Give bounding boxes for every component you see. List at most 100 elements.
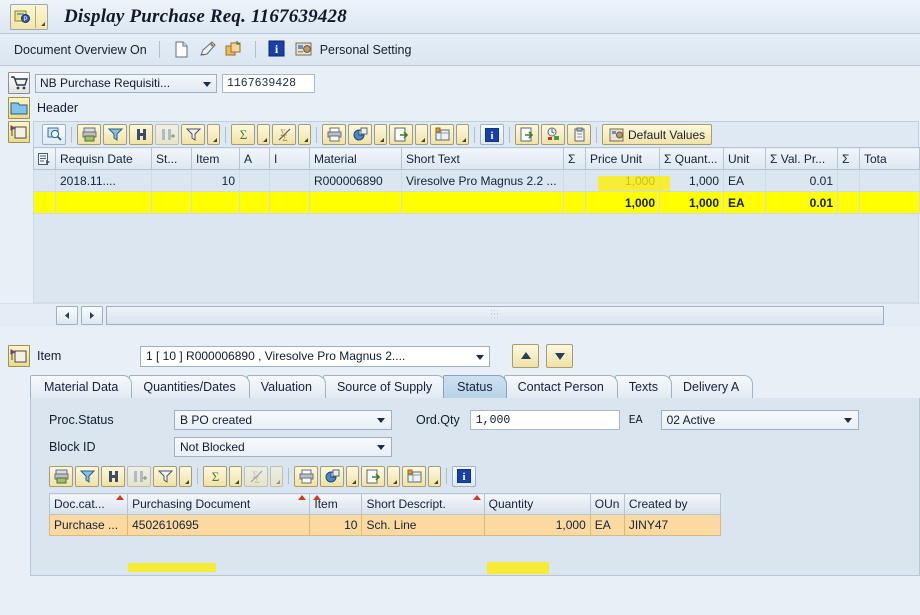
sub-total-dropdown-button[interactable] bbox=[229, 465, 242, 487]
tab-contact-person[interactable]: Contact Person bbox=[503, 375, 618, 398]
find-icon[interactable] bbox=[129, 124, 153, 145]
items-cell-sigma2[interactable] bbox=[837, 169, 860, 192]
doc-cell-quantity[interactable]: 1,000 bbox=[483, 514, 591, 536]
items-cell-a[interactable] bbox=[239, 169, 270, 192]
filter-dropdown-button[interactable] bbox=[207, 124, 220, 145]
sub-find-icon[interactable] bbox=[101, 465, 125, 487]
check-icon[interactable] bbox=[541, 124, 565, 145]
document-type-select[interactable]: NB Purchase Requisiti... bbox=[35, 73, 217, 93]
total-dropdown-button[interactable] bbox=[257, 124, 270, 145]
scroll-track[interactable]: :::::: bbox=[106, 306, 884, 325]
graphic-dropdown-button[interactable] bbox=[374, 124, 387, 145]
graphic-icon[interactable] bbox=[348, 124, 372, 145]
block-id-select[interactable]: Not Blocked bbox=[174, 437, 392, 457]
replace-icon[interactable] bbox=[515, 124, 539, 145]
doc-grid-col-doc_cat[interactable]: Doc.cat... bbox=[48, 493, 129, 515]
doc-grid-col-quantity[interactable]: Quantity bbox=[483, 493, 591, 515]
items-cell-i[interactable] bbox=[269, 169, 310, 192]
items-cell-quant[interactable]: 1,000 bbox=[659, 169, 724, 192]
edit-pencil-icon[interactable] bbox=[198, 40, 217, 59]
tab-valuation[interactable]: Valuation bbox=[246, 375, 326, 398]
doc-cell-created_by[interactable]: JINY47 bbox=[623, 514, 722, 536]
active-status-select[interactable]: 02 Active bbox=[660, 410, 859, 430]
sub-info-icon[interactable]: i bbox=[452, 465, 476, 487]
items-grid-col-st[interactable]: St... bbox=[151, 147, 192, 170]
items-cell-unit[interactable]: EA bbox=[723, 169, 766, 192]
doc-cell-short_descript[interactable]: Sch. Line bbox=[361, 514, 485, 536]
sub-set-filter-icon[interactable] bbox=[75, 465, 99, 487]
doc-grid-col-item[interactable]: Item bbox=[309, 493, 363, 515]
items-grid-col-requisn_date[interactable]: Requisn Date bbox=[55, 147, 152, 170]
next-item-button[interactable] bbox=[546, 344, 573, 368]
items-cell-short_text[interactable]: Viresolve Pro Magnus 2.2 ... bbox=[401, 169, 564, 192]
sub-layout-dropdown-button[interactable] bbox=[428, 465, 441, 487]
sub-graphic-icon[interactable] bbox=[320, 465, 344, 487]
doc-cell-oun[interactable]: EA bbox=[589, 514, 625, 536]
items-grid-col-price_unit[interactable]: Price Unit bbox=[585, 147, 660, 170]
ord-qty-field[interactable]: 1,000 bbox=[469, 410, 620, 430]
scroll-right-button[interactable] bbox=[81, 306, 103, 325]
items-cell-sigma1[interactable] bbox=[563, 169, 586, 192]
items-grid-col-i[interactable]: I bbox=[269, 147, 310, 170]
find-next-icon[interactable] bbox=[155, 124, 179, 145]
items-cell-material[interactable]: R000006890 bbox=[309, 169, 402, 192]
default-values-button[interactable]: Default Values bbox=[602, 124, 713, 145]
sub-export-dropdown-button[interactable] bbox=[387, 465, 400, 487]
sub-graphic-dropdown-button[interactable] bbox=[346, 465, 359, 487]
tab-material-data[interactable]: Material Data bbox=[30, 375, 133, 398]
sub-find-next-icon[interactable] bbox=[127, 465, 151, 487]
layout-icon[interactable] bbox=[430, 124, 454, 145]
sub-export-icon[interactable] bbox=[361, 465, 385, 487]
export-dropdown-button[interactable] bbox=[415, 124, 428, 145]
export-icon[interactable] bbox=[389, 124, 413, 145]
doc-grid-col-purchasing_document[interactable]: Purchasing Document bbox=[127, 493, 311, 515]
sub-print-preview-icon[interactable] bbox=[49, 465, 73, 487]
system-menu-button[interactable]: P bbox=[10, 3, 48, 30]
scroll-left-button[interactable] bbox=[56, 306, 78, 325]
tab-texts[interactable]: Texts bbox=[614, 375, 672, 398]
items-cell-st[interactable] bbox=[151, 169, 192, 192]
new-document-icon[interactable] bbox=[172, 40, 191, 59]
doc-cell-item[interactable]: 10 bbox=[309, 514, 363, 536]
doc-grid-col-created_by[interactable]: Created by bbox=[623, 493, 722, 515]
sub-filter-icon[interactable] bbox=[153, 465, 177, 487]
items-cell-price_unit[interactable]: 1,000 bbox=[585, 169, 660, 192]
tab-source-of-supply[interactable]: Source of Supply bbox=[322, 375, 447, 398]
print-icon[interactable] bbox=[322, 124, 346, 145]
previous-item-button[interactable] bbox=[512, 344, 539, 368]
document-number-field[interactable]: 1167639428 bbox=[222, 73, 315, 93]
tab-status[interactable]: Status bbox=[443, 375, 507, 398]
items-grid-col-val_pr[interactable]: Σ Val. Pr... bbox=[765, 147, 838, 170]
items-grid-col-a[interactable]: A bbox=[239, 147, 270, 170]
doc-cell-doc_cat[interactable]: Purchase ... bbox=[48, 514, 129, 536]
shopping-cart-icon[interactable] bbox=[8, 72, 30, 94]
other-purchase-req-icon[interactable] bbox=[224, 40, 243, 59]
details-magnifier-icon[interactable] bbox=[42, 124, 66, 145]
table-row[interactable]: Purchase ... 4502610695 10 Sch. Line 1,000 EA… bbox=[48, 514, 722, 536]
items-grid-col-quant[interactable]: Σ Quant... bbox=[659, 147, 724, 170]
items-cell-total[interactable] bbox=[859, 169, 920, 192]
sub-total-sum-icon[interactable]: Σ bbox=[203, 465, 227, 487]
document-overview-button[interactable]: Document Overview On bbox=[14, 43, 147, 57]
doc-cell-purchasing_document[interactable]: 4502610695 bbox=[127, 514, 311, 536]
info-icon[interactable]: i bbox=[268, 40, 287, 59]
tab-delivery-a[interactable]: Delivery A bbox=[668, 375, 754, 398]
items-grid-col-total[interactable]: Tota bbox=[859, 147, 920, 170]
set-filter-icon[interactable] bbox=[103, 124, 127, 145]
items-grid-col-sigma1[interactable]: Σ bbox=[563, 147, 586, 170]
items-grid-col-material[interactable]: Material bbox=[309, 147, 402, 170]
items-cell-rowhdr[interactable] bbox=[33, 169, 56, 192]
item-section-icon[interactable] bbox=[8, 345, 30, 367]
subtotal-dropdown-button[interactable] bbox=[298, 124, 311, 145]
personal-setting-button[interactable]: Personal Setting bbox=[320, 43, 412, 57]
print-preview-icon[interactable] bbox=[77, 124, 101, 145]
items-grid-col-item[interactable]: Item bbox=[191, 147, 240, 170]
item-select[interactable]: 1 [ 10 ] R000006890 , Viresolve Pro Magn… bbox=[140, 345, 490, 367]
subtotal-icon[interactable]: Σ Σ bbox=[272, 124, 296, 145]
doc-grid-col-short_descript[interactable]: Short Descript. bbox=[361, 493, 485, 515]
folder-open-icon[interactable] bbox=[8, 97, 30, 119]
items-grid-col-short_text[interactable]: Short Text bbox=[401, 147, 564, 170]
items-grid-col-rowhdr[interactable] bbox=[33, 147, 56, 170]
sub-subtotal-icon[interactable]: Σ Σ bbox=[244, 465, 268, 487]
items-cell-item[interactable]: 10 bbox=[191, 169, 240, 192]
